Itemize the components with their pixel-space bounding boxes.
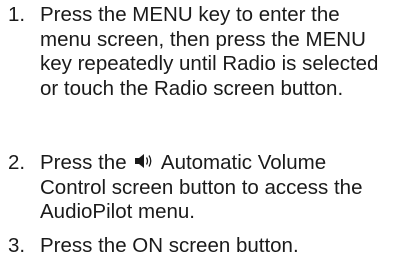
step-1-text: Press the MENU key to enter the menu scr… <box>40 3 379 100</box>
step-2-text-before: Press the <box>40 151 127 174</box>
step-1: 1. Press the MENU key to enter the menu … <box>0 3 402 101</box>
step-1-number: 1. <box>8 3 26 26</box>
speaker-volume-icon <box>133 152 155 170</box>
step-3: 3. Press the ON screen button. <box>0 234 402 259</box>
step-2-number: 2. <box>8 151 26 174</box>
step-2: 2. Press the Automatic Volume Control sc… <box>0 151 402 225</box>
step-3-text: Press the ON screen button. <box>40 234 299 257</box>
step-3-number: 3. <box>8 234 26 257</box>
